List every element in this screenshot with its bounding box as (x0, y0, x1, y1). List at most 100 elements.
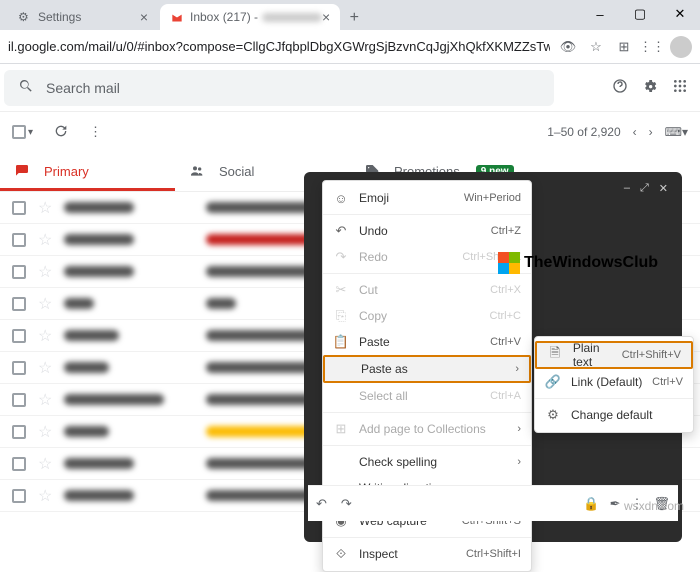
collections-icon: ⊞ (333, 421, 349, 437)
browser-tab-inbox[interactable]: Inbox (217) - × (160, 4, 340, 30)
star-icon[interactable]: ☆ (38, 326, 52, 346)
separator (323, 214, 531, 215)
tab-title: Settings (38, 10, 81, 24)
redacted-sender (64, 394, 164, 405)
checkbox[interactable] (12, 265, 26, 279)
checkbox[interactable] (12, 233, 26, 247)
compose-toolbar: ↶ ↷ 🔒 ✒ ⋮ 🗑 (308, 485, 678, 521)
shortcut-text: Ctrl+X (490, 284, 521, 296)
separator (323, 445, 531, 446)
refresh-icon[interactable] (53, 123, 69, 142)
gmail-header: Search mail (0, 64, 700, 112)
submenu-link[interactable]: 🔗Link (Default)Ctrl+V (535, 369, 693, 395)
ctx-label: Select all (359, 389, 408, 403)
star-icon[interactable]: ☆ (38, 294, 52, 314)
separator (535, 398, 693, 399)
new-tab-button[interactable]: + (342, 6, 366, 30)
redacted-sender (64, 426, 109, 437)
checkbox[interactable] (12, 457, 26, 471)
minimize-button[interactable]: – (580, 0, 620, 28)
star-icon[interactable]: ☆ (38, 486, 52, 506)
checkbox[interactable] (12, 489, 26, 503)
checkbox[interactable] (12, 201, 26, 215)
url-text[interactable]: il.google.com/mail/u/0/#inbox?compose=Cl… (8, 39, 550, 54)
star-icon[interactable]: ☆ (38, 198, 52, 218)
input-tools-icon[interactable]: ⌨▾ (665, 125, 688, 139)
close-window-button[interactable]: ✕ (660, 0, 700, 28)
minimize-icon[interactable]: – (624, 182, 630, 194)
star-icon[interactable]: ☆ (38, 358, 52, 378)
chevron-right-icon: › (515, 363, 519, 375)
ctx-emoji[interactable]: ☺ Emoji Win+Period (323, 185, 531, 211)
shortcut-text: Ctrl+V (652, 376, 683, 388)
redacted-sender (64, 266, 134, 277)
close-icon[interactable]: × (322, 9, 330, 25)
ctx-label: Emoji (359, 191, 389, 205)
expand-icon[interactable]: ⤢ (640, 182, 649, 195)
star-icon[interactable]: ☆ (38, 262, 52, 282)
settings-gear-icon[interactable] (642, 78, 658, 97)
next-page-icon[interactable]: › (649, 125, 653, 139)
watermark-logo: TheWindowsClub (498, 252, 658, 274)
paste-icon: 📋 (333, 334, 349, 350)
separator (323, 537, 531, 538)
ctx-label: Undo (359, 224, 388, 238)
chevron-right-icon: › (517, 456, 521, 468)
star-icon[interactable]: ☆ (38, 454, 52, 474)
extensions-icon[interactable]: ⋮⋮ (642, 37, 662, 57)
shortcut-text: Win+Period (464, 192, 521, 204)
checkbox[interactable] (12, 393, 26, 407)
tab-primary[interactable]: Primary (0, 152, 175, 191)
emoji-icon: ☺ (333, 191, 349, 206)
ctx-undo[interactable]: ↶UndoCtrl+Z (323, 218, 531, 244)
watermark-text: TheWindowsClub (524, 254, 658, 272)
submenu-plain-text[interactable]: 🗎Plain textCtrl+Shift+V (535, 341, 693, 369)
tab-title: Inbox (217) - (190, 10, 258, 24)
redacted-text (262, 13, 322, 22)
star-icon[interactable]: ☆ (38, 422, 52, 442)
close-icon[interactable]: × (140, 9, 148, 25)
ctx-paste[interactable]: 📋PasteCtrl+V (323, 329, 531, 355)
collections-icon[interactable]: ⊞ (614, 37, 634, 57)
ctx-label: Add page to Collections (359, 422, 486, 436)
signature-icon[interactable]: ✒ (610, 496, 621, 512)
more-icon[interactable]: ⋮ (89, 124, 102, 140)
apps-grid-icon[interactable] (672, 78, 688, 97)
ctx-label: Paste as (361, 362, 408, 376)
checkbox[interactable] (12, 329, 26, 343)
checkbox[interactable] (12, 361, 26, 375)
search-input[interactable]: Search mail (4, 70, 554, 106)
mail-toolbar: ▾ ⋮ 1–50 of 2,920 ‹ › ⌨▾ (0, 112, 700, 152)
redo-icon[interactable]: ↷ (341, 496, 352, 512)
ctx-add-collections: ⊞Add page to Collections› (323, 416, 531, 442)
star-icon[interactable]: ☆ (38, 230, 52, 250)
prev-page-icon[interactable]: ‹ (633, 125, 637, 139)
help-icon[interactable] (612, 78, 628, 97)
link-icon: 🔗 (545, 374, 561, 390)
browser-tab-settings[interactable]: ⚙ Settings × (8, 4, 158, 30)
reader-icon[interactable]: 👁 (558, 37, 578, 57)
confidential-icon[interactable]: 🔒 (583, 496, 599, 512)
select-all-checkbox[interactable]: ▾ (12, 125, 33, 139)
star-icon[interactable]: ☆ (38, 390, 52, 410)
ctx-select-all: Select allCtrl+A (323, 383, 531, 409)
redacted-subject (206, 490, 316, 501)
checkbox[interactable] (12, 297, 26, 311)
ctx-label: Check spelling (359, 455, 437, 469)
checkbox[interactable] (12, 425, 26, 439)
favorite-icon[interactable]: ☆ (586, 37, 606, 57)
shortcut-text: Ctrl+V (490, 336, 521, 348)
close-icon[interactable]: ✕ (659, 182, 668, 195)
ctx-paste-as[interactable]: Paste as › (323, 355, 531, 383)
undo-icon[interactable]: ↶ (316, 496, 327, 512)
gear-icon: ⚙ (545, 407, 561, 423)
maximize-button[interactable]: ▢ (620, 0, 660, 28)
chevron-down-icon: ▾ (28, 127, 33, 138)
submenu-change-default[interactable]: ⚙Change default (535, 402, 693, 428)
search-icon (18, 78, 34, 97)
ctx-inspect[interactable]: ⟐InspectCtrl+Shift+I (323, 541, 531, 567)
ctx-spelling[interactable]: Check spelling › (323, 449, 531, 475)
watermark-url: wsxdn.com (624, 499, 684, 513)
ctx-copy: ⎘CopyCtrl+C (323, 303, 531, 329)
profile-avatar[interactable] (670, 36, 692, 58)
